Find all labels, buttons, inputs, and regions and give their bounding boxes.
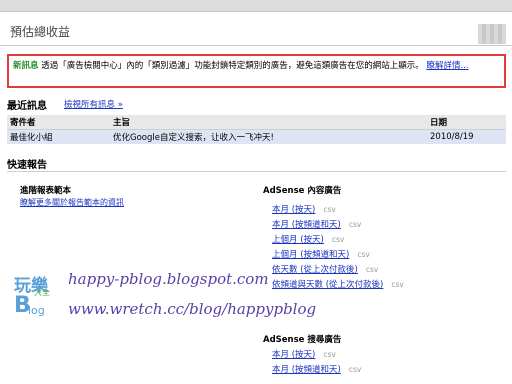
col-subject: 主旨 xyxy=(110,115,427,130)
view-all-messages-link[interactable]: 檢視所有訊息 » xyxy=(64,98,123,110)
watermark-line-2: www.wretch.cc/blog/happypblog xyxy=(68,300,317,318)
alert-body: 透過「廣告檢閱中心」內的「類別過濾」功能封鎖特定類別的廣告，避免這類廣告在您的網… xyxy=(41,61,424,71)
watermark-logo-mid: 大全 xyxy=(34,288,50,297)
list-item: 依天數 (從上次付款後) csv xyxy=(272,262,404,277)
watermark-logo: 玩樂 大全 B log xyxy=(14,271,62,323)
report-link[interactable]: 上個月 (按頻道和天) xyxy=(272,250,349,260)
estimated-earnings-title: 預估總收益 xyxy=(10,25,71,39)
csv-link[interactable]: csv xyxy=(391,280,403,289)
report-link[interactable]: 本月 (按頻道和天) xyxy=(272,365,341,375)
list-item: 本月 (按頻道和天) csv xyxy=(272,362,361,377)
col-sender: 寄件者 xyxy=(7,115,110,130)
list-item: 本月 (按天) csv xyxy=(272,202,404,217)
list-item: 上個月 (按頻道和天) csv xyxy=(272,247,404,262)
table-row[interactable]: 最佳化小組 优化Google自定义搜索，让收入一飞冲天! 2010/8/19 xyxy=(7,129,506,144)
messages-table-header: 寄件者 主旨 日期 xyxy=(7,115,506,130)
report-link[interactable]: 本月 (按天) xyxy=(272,205,315,215)
row-subject: 优化Google自定义搜索，让收入一飞冲天! xyxy=(110,129,427,144)
row-date: 2010/8/19 xyxy=(427,129,506,144)
csv-link[interactable]: csv xyxy=(323,350,335,359)
new-message-alert: 新訊息 透過「廣告檢閱中心」內的「類別過濾」功能封鎖特定類別的廣告，避免這類廣告… xyxy=(7,54,506,88)
alert-prefix: 新訊息 xyxy=(13,61,39,71)
recent-messages-title: 最近訊息 xyxy=(7,101,47,112)
row-sender: 最佳化小組 xyxy=(7,129,110,144)
list-item: 本月 (按頻道和天) csv xyxy=(272,217,404,232)
report-link[interactable]: 依天數 (從上次付款後) xyxy=(272,265,358,275)
watermark-logo-blog: log xyxy=(28,304,45,317)
report-link[interactable]: 依頻道與天數 (從上次付款後) xyxy=(272,280,383,290)
search-ads-title: AdSense 搜尋廣告 xyxy=(263,335,342,345)
csv-link[interactable]: csv xyxy=(349,220,361,229)
alert-learn-more-link[interactable]: 瞭解詳情... xyxy=(426,61,468,71)
report-link[interactable]: 本月 (按頻道和天) xyxy=(272,220,341,230)
csv-link[interactable]: csv xyxy=(357,250,369,259)
list-item: 依頻道與天數 (從上次付款後) csv xyxy=(272,277,404,292)
csv-link[interactable]: csv xyxy=(323,205,335,214)
content-ads-title: AdSense 內容廣告 xyxy=(263,186,342,196)
blurred-amount xyxy=(478,24,506,44)
list-item: 本月 (按天) csv xyxy=(272,347,361,362)
advanced-templates-title: 進階報表範本 xyxy=(20,186,72,196)
csv-link[interactable]: csv xyxy=(366,265,378,274)
quick-reports-divider xyxy=(7,171,506,172)
report-link[interactable]: 本月 (按天) xyxy=(272,350,315,360)
messages-table: 寄件者 主旨 日期 最佳化小組 优化Google自定义搜索，让收入一飞冲天! 2… xyxy=(7,115,506,144)
top-bar xyxy=(0,0,512,12)
csv-link[interactable]: csv xyxy=(349,365,361,374)
csv-link[interactable]: csv xyxy=(332,235,344,244)
earnings-header: 預估總收益 xyxy=(0,12,512,46)
watermark-line-1: happy-pblog.blogspot.com xyxy=(68,270,269,288)
list-item: 上個月 (按天) csv xyxy=(272,232,404,247)
templates-info-link[interactable]: 瞭解更多關於報告範本的資訊 xyxy=(20,197,124,208)
col-date: 日期 xyxy=(427,115,506,130)
content-ads-report-list: 本月 (按天) csv 本月 (按頻道和天) csv 上個月 (按天) csv 上個月… xyxy=(272,202,404,292)
search-ads-report-list: 本月 (按天) csv 本月 (按頻道和天) csv xyxy=(272,347,361,377)
quick-reports-title: 快速報告 xyxy=(7,160,47,171)
report-link[interactable]: 上個月 (按天) xyxy=(272,235,324,245)
